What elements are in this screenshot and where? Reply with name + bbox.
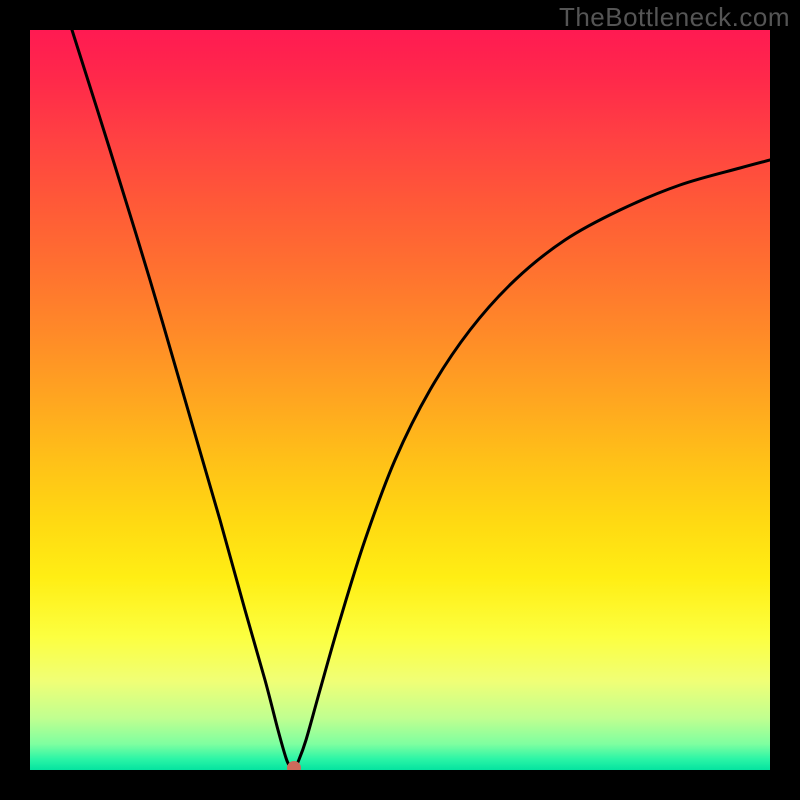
chart-frame: TheBottleneck.com <box>0 0 800 800</box>
curve-svg <box>30 30 770 770</box>
plot-area <box>30 30 770 770</box>
minimum-marker-dot <box>287 761 301 770</box>
watermark-text: TheBottleneck.com <box>559 2 790 33</box>
bottleneck-curve <box>72 30 770 770</box>
